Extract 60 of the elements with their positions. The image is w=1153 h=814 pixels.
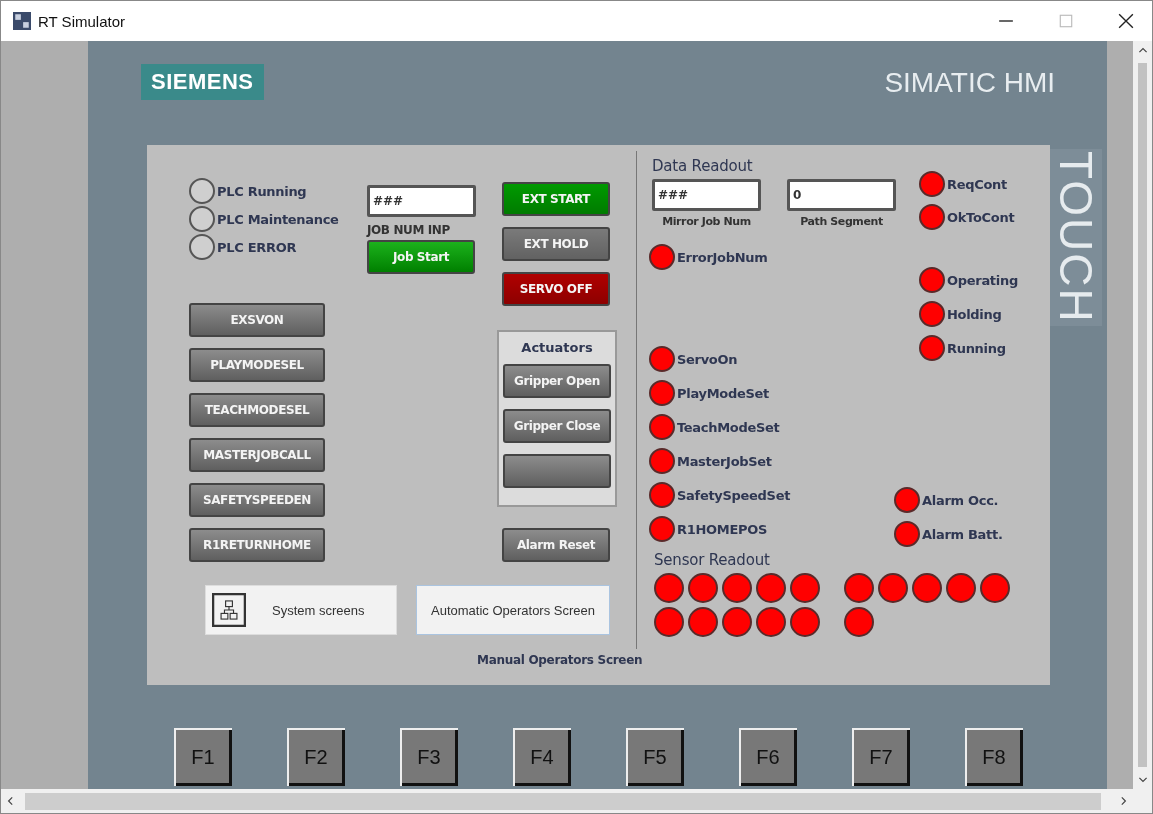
system-screens-button[interactable]: System screens [205, 585, 397, 635]
lamp-label: Alarm Batt. [922, 526, 1003, 542]
lamp-label: PLC Maintenance [217, 211, 339, 227]
function-key[interactable]: F5 [626, 728, 684, 786]
field-label: Path Segment [800, 215, 883, 228]
close-icon[interactable] [1118, 13, 1134, 29]
field-label: JOB NUM INP [367, 223, 450, 237]
command-button[interactable]: EXSVON [189, 303, 325, 337]
lamp-label: Holding [947, 306, 1002, 322]
scrollbar-thumb[interactable] [25, 792, 1101, 810]
lamp-label: R1HOMEPOS [677, 521, 768, 537]
command-button[interactable]: PLAYMODESEL [189, 348, 325, 382]
command-button[interactable]: SAFETYSPEEDEN [189, 483, 325, 517]
control-button[interactable]: EXT HOLD [502, 227, 610, 261]
lamp-label: PLC Running [217, 183, 307, 199]
actuator-button[interactable]: Gripper Open [503, 364, 611, 398]
touch-label: TOUCH [1050, 149, 1102, 326]
app-icon [13, 12, 31, 30]
readout-field: ### [652, 179, 761, 211]
command-button[interactable]: MASTERJOBCALL [189, 438, 325, 472]
lamp-label: ReqCont [947, 176, 1007, 192]
scrollbar-thumb[interactable] [1138, 63, 1147, 767]
lamp-label: Alarm Occ. [922, 492, 999, 508]
control-button[interactable]: EXT START [502, 182, 610, 216]
lamp-label: PLC ERROR [217, 239, 297, 255]
siemens-logo: SIEMENS [141, 64, 264, 100]
lamp-label: TeachModeSet [677, 419, 780, 435]
function-key[interactable]: F8 [965, 728, 1023, 786]
lamp-label: MasterJobSet [677, 453, 772, 469]
product-name: SIMATIC HMI [884, 67, 1055, 99]
window-title: RT Simulator [38, 12, 125, 30]
group-title: Actuators [521, 340, 593, 355]
lamp-label: Running [947, 340, 1006, 356]
section-title: Sensor Readout [654, 551, 771, 569]
function-key[interactable]: F4 [513, 728, 571, 786]
job-start-button[interactable]: Job Start [367, 240, 475, 274]
function-key[interactable]: F2 [287, 728, 345, 786]
function-key[interactable]: F1 [174, 728, 232, 786]
blank-button[interactable] [503, 454, 611, 488]
lamp-label: SafetySpeedSet [677, 487, 791, 503]
lamp-label: ErrorJobNum [677, 249, 768, 265]
job-number-field[interactable]: ### [367, 185, 476, 217]
lamp-label: Operating [947, 272, 1018, 288]
control-button[interactable]: SERVO OFF [502, 272, 610, 306]
screen-nav-button[interactable]: Automatic Operators Screen [416, 585, 610, 635]
readout-field: 0 [787, 179, 896, 211]
lamp-label: ServoOn [677, 351, 738, 367]
section-title: Data Readout [652, 157, 754, 175]
command-button[interactable]: TEACHMODESEL [189, 393, 325, 427]
screen-name: Manual Operators Screen [477, 653, 643, 667]
lamp-label: OkToCont [947, 209, 1015, 225]
lamp-label: PlayModeSet [677, 385, 769, 401]
alarm-reset-button[interactable]: Alarm Reset [502, 528, 610, 562]
network-icon [212, 593, 246, 627]
actuator-button[interactable]: Gripper Close [503, 409, 611, 443]
command-button[interactable]: R1RETURNHOME [189, 528, 325, 562]
function-key[interactable]: F3 [400, 728, 458, 786]
function-key[interactable]: F7 [852, 728, 910, 786]
field-label: Mirror Job Num [662, 215, 751, 228]
function-key[interactable]: F6 [739, 728, 797, 786]
